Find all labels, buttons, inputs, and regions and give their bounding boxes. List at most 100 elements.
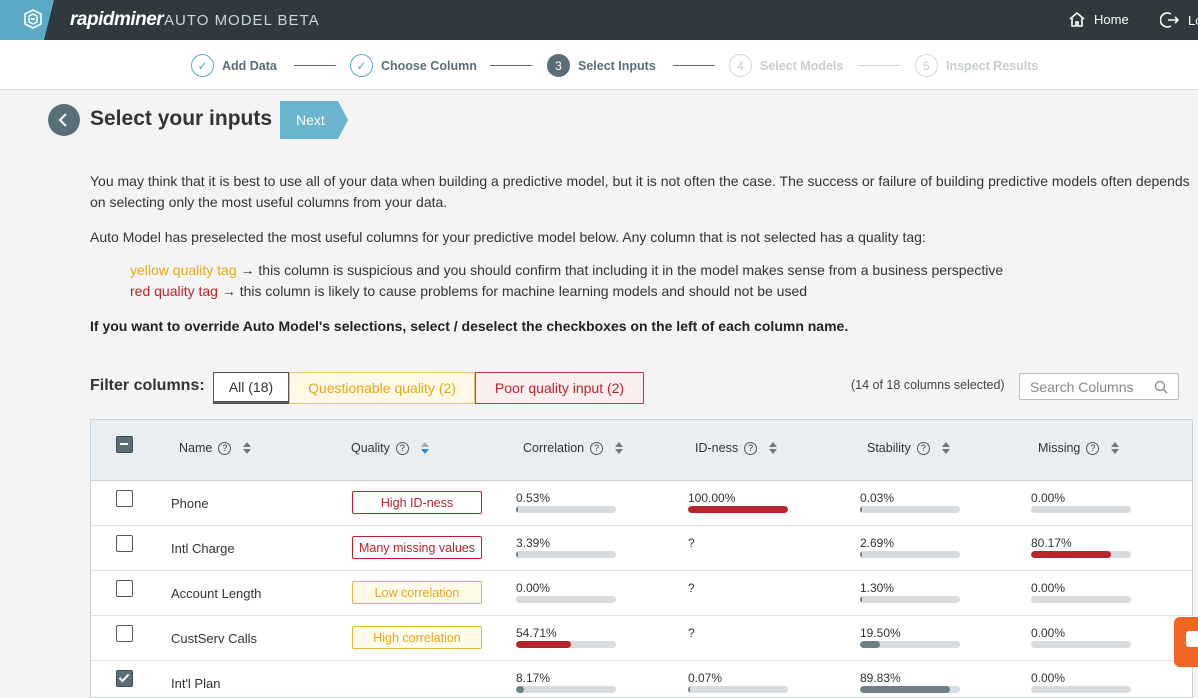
stability-value: 1.30% xyxy=(860,581,895,595)
column-name: Phone xyxy=(171,496,209,511)
correlation-bar xyxy=(516,686,616,693)
sort-icon[interactable] xyxy=(243,442,252,454)
header-missing[interactable]: Missing ? xyxy=(1038,441,1120,455)
row-checkbox[interactable] xyxy=(116,490,133,507)
step-add-data[interactable]: ✓ Add Data xyxy=(191,54,277,77)
metric-missing: 0.00% xyxy=(1031,581,1131,603)
check-icon: ✓ xyxy=(191,54,214,77)
help-icon[interactable]: ? xyxy=(1086,441,1100,455)
header-correlation[interactable]: Correlation ? xyxy=(523,441,624,455)
help-icon[interactable]: ? xyxy=(744,441,758,455)
correlation-bar xyxy=(516,551,616,558)
step-number: 3 xyxy=(547,54,570,77)
metric-idness: 100.00% xyxy=(688,491,788,513)
correlation-bar-fill xyxy=(516,641,571,648)
row-checkbox[interactable] xyxy=(116,580,133,597)
yellow-tag-desc: → this column is suspicious and you shou… xyxy=(236,262,1004,278)
row-checkbox[interactable] xyxy=(116,670,133,687)
back-button[interactable] xyxy=(48,104,80,136)
header-stability[interactable]: Stability ? xyxy=(867,441,950,455)
correlation-bar xyxy=(516,596,616,603)
metric-correlation: 54.71% xyxy=(516,626,616,648)
missing-bar xyxy=(1031,551,1131,558)
chevron-left-icon xyxy=(58,113,67,127)
step-select-inputs[interactable]: 3 Select Inputs xyxy=(547,54,656,77)
select-all-checkbox[interactable] xyxy=(116,436,133,453)
header-quality[interactable]: Quality ? xyxy=(351,441,429,455)
header-stability-label: Stability xyxy=(867,441,911,455)
correlation-bar xyxy=(516,506,616,513)
metric-correlation: 0.53% xyxy=(516,491,616,513)
help-icon[interactable]: ? xyxy=(590,441,604,455)
help-icon[interactable]: ? xyxy=(218,441,232,455)
home-link[interactable]: Home xyxy=(1068,11,1129,28)
sort-icon[interactable] xyxy=(769,442,778,454)
metric-correlation: 0.00% xyxy=(516,581,616,603)
logout-link[interactable]: Lo xyxy=(1160,11,1198,29)
search-placeholder: Search Columns xyxy=(1030,378,1134,395)
check-icon: ✓ xyxy=(350,54,373,77)
step-choose-column[interactable]: ✓ Choose Column xyxy=(350,54,477,77)
filter-questionable-button[interactable]: Questionable quality (2) xyxy=(289,372,475,404)
correlation-value: 54.71% xyxy=(516,626,557,640)
logout-label: Lo xyxy=(1188,12,1198,28)
header-idness[interactable]: ID-ness ? xyxy=(695,441,778,455)
override-note: If you want to override Auto Model's sel… xyxy=(90,318,849,334)
chat-button[interactable] xyxy=(1174,617,1198,667)
row-checkbox[interactable] xyxy=(116,535,133,552)
sort-icon[interactable] xyxy=(420,442,429,454)
missing-value: 0.00% xyxy=(1031,626,1066,640)
sort-icon[interactable] xyxy=(615,442,624,454)
step-label: Add Data xyxy=(222,58,277,73)
step-connector xyxy=(858,65,900,66)
missing-bar xyxy=(1031,641,1131,648)
sort-icon[interactable] xyxy=(941,442,950,454)
filter-poor-button[interactable]: Poor quality input (2) xyxy=(475,372,644,404)
red-tag-label: red quality tag xyxy=(130,283,218,299)
metric-stability: 19.50% xyxy=(860,626,960,648)
stability-bar-fill xyxy=(860,686,950,693)
stability-value: 2.69% xyxy=(860,536,895,550)
column-name: Int'l Plan xyxy=(171,676,221,691)
correlation-value: 3.39% xyxy=(516,536,551,550)
help-icon[interactable]: ? xyxy=(395,441,409,455)
stability-bar xyxy=(860,506,960,513)
step-label: Select Inputs xyxy=(578,58,656,73)
missing-value: 0.00% xyxy=(1031,671,1066,685)
header-name[interactable]: Name ? xyxy=(179,441,252,455)
correlation-bar-fill xyxy=(516,506,518,513)
brand-name: rapidminer xyxy=(70,9,164,30)
quality-tag: High ID-ness xyxy=(352,491,482,514)
row-checkbox[interactable] xyxy=(116,625,133,642)
next-button[interactable]: Next xyxy=(280,101,348,139)
quality-tag: High correlation xyxy=(352,626,482,649)
missing-bar-fill xyxy=(1031,551,1112,558)
step-connector xyxy=(673,65,715,66)
quality-tag: Low correlation xyxy=(352,581,482,604)
stability-bar-fill xyxy=(860,641,880,648)
filter-label: Filter columns: xyxy=(90,377,205,394)
column-name: Intl Charge xyxy=(171,541,235,556)
filter-all-button[interactable]: All (18) xyxy=(213,372,289,404)
stability-bar-fill xyxy=(860,596,862,603)
stability-value: 0.03% xyxy=(860,491,895,505)
stability-bar-fill xyxy=(860,551,862,558)
table-row: Account Length Low correlation 0.00%? 1.30%… xyxy=(91,571,1192,616)
red-tag-explanation: red quality tag → this column is likely … xyxy=(130,283,807,299)
metric-missing: 0.00% xyxy=(1031,626,1131,648)
idness-bar-fill xyxy=(688,686,690,693)
metric-stability: 0.03% xyxy=(860,491,960,513)
stability-value: 89.83% xyxy=(860,671,901,685)
correlation-bar-fill xyxy=(516,551,518,558)
rapidminer-logo-icon xyxy=(24,9,42,29)
table-header: Name ? Quality ? Correlation ? ID-ness ?… xyxy=(91,420,1192,481)
help-icon[interactable]: ? xyxy=(916,441,930,455)
idness-value: ? xyxy=(688,536,695,550)
search-columns-input[interactable]: Search Columns xyxy=(1019,373,1179,400)
correlation-value: 0.53% xyxy=(516,491,551,505)
sort-icon[interactable] xyxy=(1111,442,1120,454)
step-inspect-results: 5 Inspect Results xyxy=(915,54,1038,77)
home-label: Home xyxy=(1094,12,1129,27)
logout-icon xyxy=(1160,12,1180,28)
step-number: 5 xyxy=(915,54,938,77)
